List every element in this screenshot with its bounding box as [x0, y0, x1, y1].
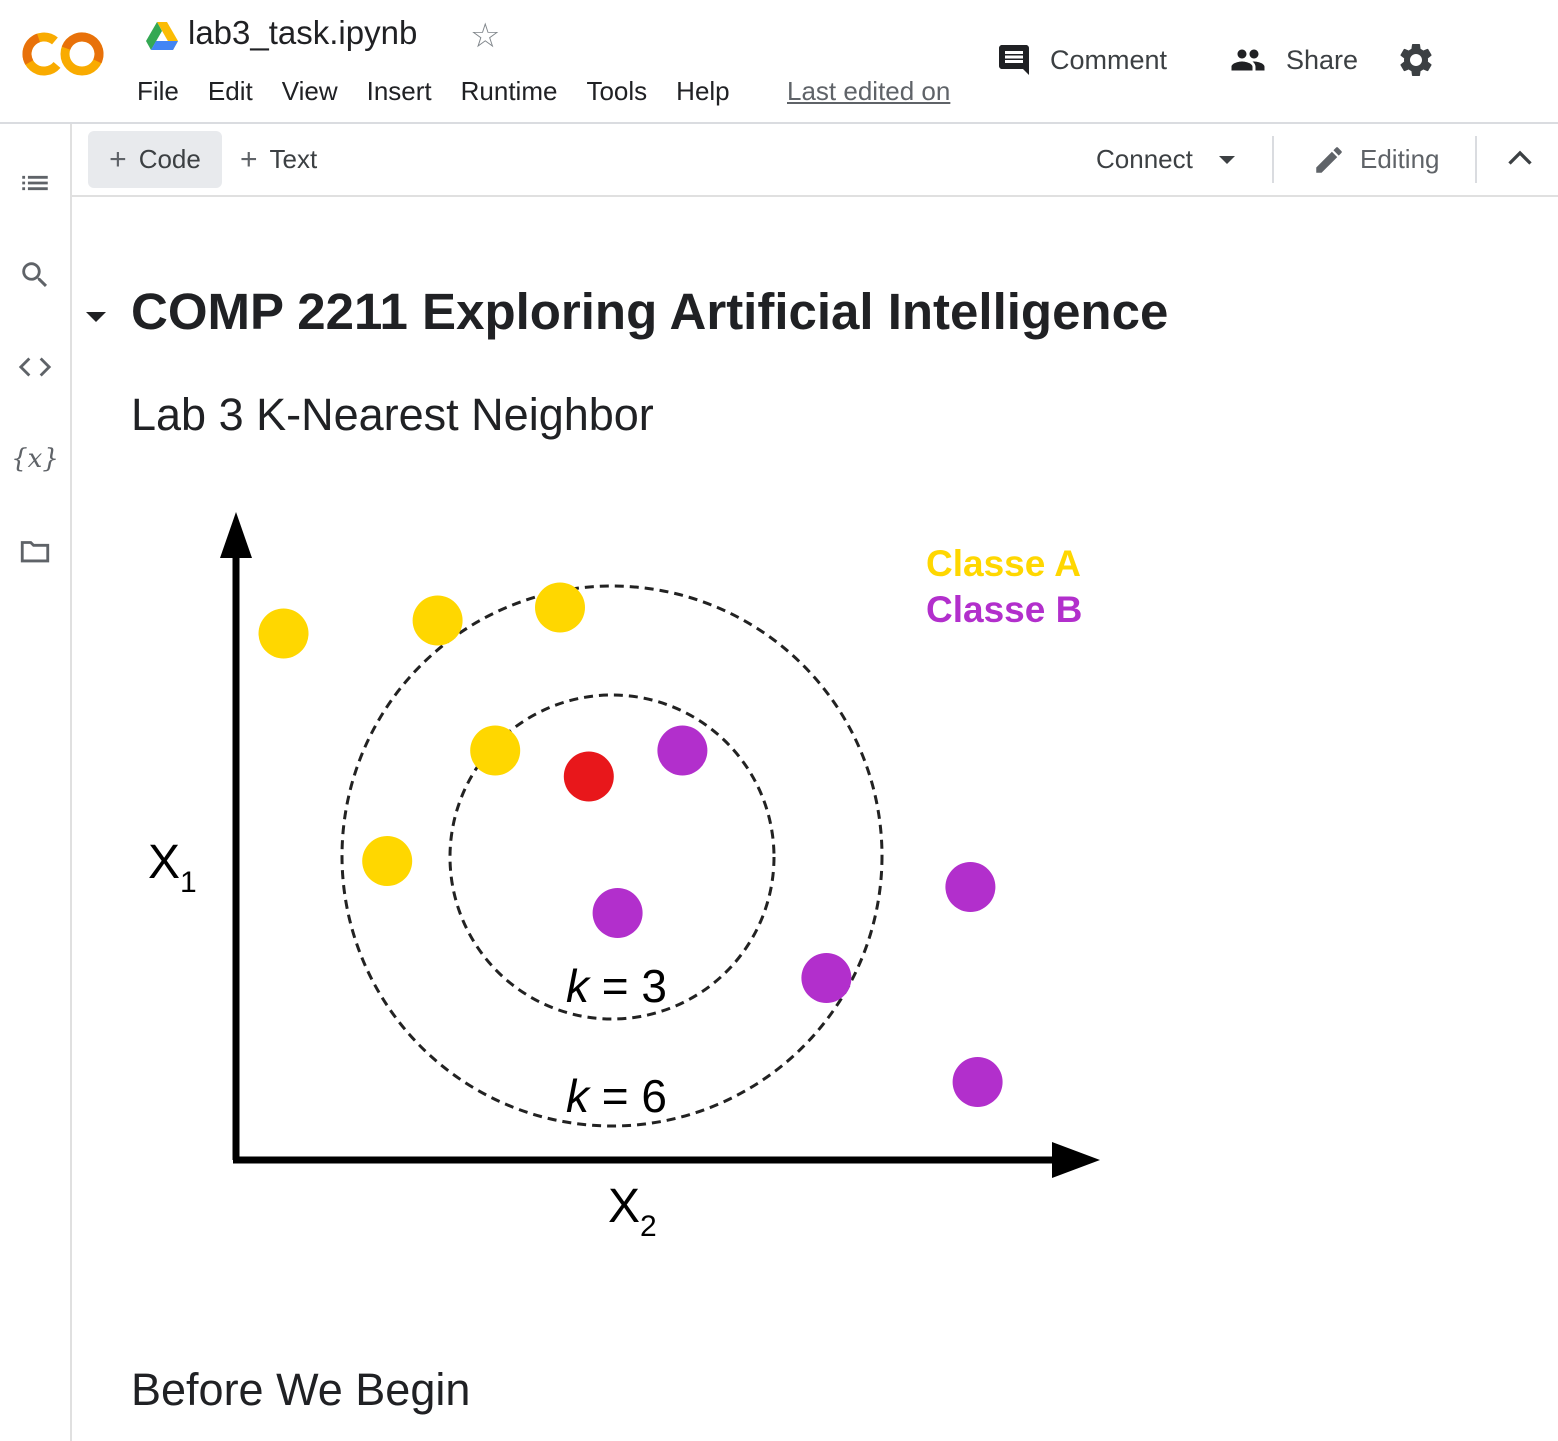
colab-logo[interactable] [22, 26, 106, 82]
k6-boundary-circle [340, 584, 884, 1128]
point-classe-b [592, 888, 643, 938]
point-classe-a [362, 836, 413, 886]
search-icon[interactable] [16, 256, 54, 294]
plus-icon: + [109, 142, 127, 176]
chevron-up-icon[interactable] [1502, 141, 1538, 177]
notebook-heading: COMP 2211 Exploring Artificial Intellige… [131, 283, 1169, 340]
point-classe-a [470, 725, 521, 776]
comment-label: Comment [1050, 44, 1168, 75]
add-text-cell-button[interactable]: + Text [240, 131, 317, 188]
y-axis-label: X1 [148, 836, 197, 899]
knn-diagram-image: X1 X2 k = 3 k = 6 Classe A Classe B [148, 512, 1100, 1243]
legend-classe-a: Classe A [926, 543, 1081, 584]
plus-icon: + [240, 142, 258, 176]
table-of-contents-icon[interactable] [16, 164, 54, 202]
section-collapse-caret[interactable] [86, 312, 106, 322]
point-classe-b [657, 725, 708, 776]
header-bar: lab3_task.ipynb ☆ File Edit View Insert … [0, 0, 1558, 124]
notebook-title[interactable]: lab3_task.ipynb [188, 14, 417, 52]
k3-annotation: k = 3 [566, 960, 667, 1012]
point-classe-b [945, 862, 996, 912]
menu-edit[interactable]: Edit [208, 76, 253, 107]
point-classe-a [535, 582, 585, 633]
menu-bar: File Edit View Insert Runtime Tools Help [137, 76, 759, 107]
settings-gear-icon[interactable] [1396, 40, 1436, 80]
chevron-down-icon[interactable] [1218, 155, 1235, 164]
add-code-cell-button[interactable]: + Code [88, 131, 222, 188]
toolbar-divider [1272, 136, 1274, 183]
files-icon[interactable] [16, 532, 54, 570]
left-sidebar: {x} [0, 124, 72, 1441]
point-classe-b [952, 1057, 1003, 1107]
pencil-icon [1316, 146, 1342, 173]
y-axis-arrowhead [220, 512, 252, 558]
menu-runtime[interactable]: Runtime [461, 76, 558, 107]
star-icon[interactable]: ☆ [470, 16, 500, 56]
legend-classe-b: Classe B [926, 589, 1082, 630]
notebook-toolbar: + Code + Text Connect Editing [72, 124, 1558, 197]
query-point [563, 751, 614, 802]
x-axis-label: X2 [608, 1180, 657, 1243]
comment-button[interactable]: Comment [996, 38, 1167, 82]
comment-icon [999, 45, 1029, 75]
connect-label: Connect [1096, 144, 1193, 174]
data-points [258, 582, 1003, 1107]
editing-mode-button[interactable]: Editing [1312, 131, 1440, 188]
connect-runtime-button[interactable]: Connect [1096, 131, 1235, 188]
menu-insert[interactable]: Insert [367, 76, 432, 107]
point-classe-b [801, 953, 852, 1003]
code-snippets-icon[interactable] [16, 348, 54, 386]
toolbar-divider [1475, 136, 1477, 183]
notebook-subheading: Lab 3 K-Nearest Neighbor [131, 389, 654, 440]
menu-tools[interactable]: Tools [586, 76, 647, 107]
k6-annotation: k = 6 [566, 1070, 667, 1122]
x-axis-arrowhead [1052, 1142, 1100, 1178]
section-heading: Before We Begin [131, 1364, 471, 1415]
variables-icon[interactable]: {x} [11, 440, 59, 478]
point-classe-a [258, 608, 309, 659]
share-button[interactable]: Share [1228, 38, 1358, 82]
google-drive-icon[interactable] [146, 22, 178, 50]
point-classe-a [412, 595, 463, 646]
editing-label: Editing [1360, 144, 1440, 174]
menu-view[interactable]: View [282, 76, 338, 107]
last-edited-link[interactable]: Last edited on [787, 76, 950, 107]
menu-file[interactable]: File [137, 76, 179, 107]
share-label: Share [1286, 44, 1359, 75]
add-code-label: Code [138, 144, 201, 174]
people-icon [1231, 49, 1265, 71]
menu-help[interactable]: Help [676, 76, 729, 107]
add-text-label: Text [269, 144, 318, 174]
